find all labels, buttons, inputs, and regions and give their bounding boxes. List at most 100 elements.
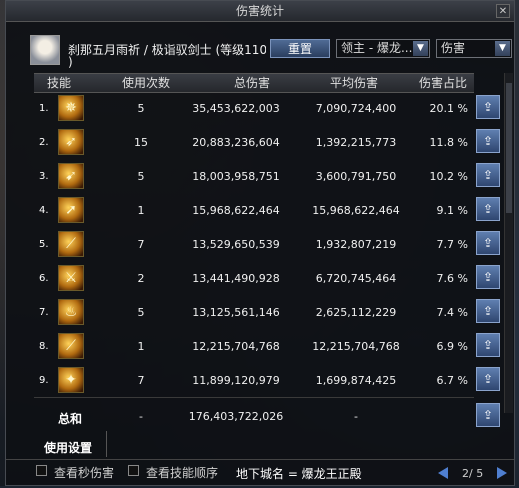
total-damage-cell: 18,003,958,751 [192, 170, 280, 183]
share-icon[interactable]: ⇪ [476, 367, 500, 391]
skill-icon: ➚ [58, 197, 84, 223]
row-index: 4. [39, 205, 49, 216]
total-damage-cell: 35,453,622,003 [192, 102, 280, 115]
table-row: 3. ➹ 5 18,003,958,751 3,600,791,750 10.2 % ⇪ [6, 161, 506, 195]
skill-order-checkbox-label[interactable]: 查看技能顺序 [146, 464, 218, 481]
col-percent: 伤害占比 [418, 76, 467, 90]
prev-page-icon[interactable] [438, 467, 448, 479]
skill-icon: ➶ [58, 129, 84, 155]
percent-cell: 6.7 % [436, 374, 468, 387]
total-damage-cell: 12,215,704,768 [192, 340, 280, 353]
settings-label[interactable]: 使用设置 [44, 439, 92, 456]
page-number: 2/ 5 [462, 467, 484, 480]
table-row: 6. ⚔ 2 13,441,490,928 6,720,745,464 7.6 % ⇪ [6, 263, 506, 297]
percent-cell: 20.1 % [429, 102, 468, 115]
percent-cell: 7.4 % [436, 306, 468, 319]
total-damage-cell: 13,441,490,928 [192, 272, 280, 285]
percent-cell: 9.1 % [436, 204, 468, 217]
dps-checkbox[interactable] [36, 465, 47, 476]
uses-cell: 15 [134, 136, 148, 149]
percent-cell: 10.2 % [429, 170, 468, 183]
table-row: 7. ♨ 5 13,125,561,146 2,625,112,229 7.4 % ⇪ [6, 297, 506, 331]
total-damage-cell: 15,968,622,464 [192, 204, 280, 217]
skill-icon: ♨ [58, 299, 84, 325]
share-icon[interactable]: ⇪ [476, 403, 500, 427]
window-titlebar[interactable]: 伤害统计 [6, 1, 514, 22]
target-select-value: 领主 - 爆龙... [341, 41, 413, 55]
scroll-thumb[interactable] [506, 83, 512, 213]
table-header: 技能 使用次数 总伤害 平均伤害 伤害占比 [34, 73, 474, 93]
skill-icon: ⟋ [58, 231, 84, 257]
total-average: - [354, 410, 358, 423]
divider [34, 397, 474, 398]
row-index: 3. [39, 171, 49, 182]
uses-cell: 1 [137, 340, 145, 353]
uses-cell: 1 [137, 204, 145, 217]
average-damage-cell: 6,720,745,464 [315, 272, 397, 285]
table-row: 1. ✵ 5 35,453,622,003 7,090,724,400 20.1 % ⇪ [6, 93, 506, 127]
percent-cell: 7.6 % [436, 272, 468, 285]
uses-cell: 2 [137, 272, 145, 285]
divider [106, 431, 107, 457]
share-icon[interactable]: ⇪ [476, 95, 500, 119]
table-row: 5. ⟋ 7 13,529,650,539 1,932,807,219 7.7 % ⇪ [6, 229, 506, 263]
mode-select[interactable]: 伤害 ▼ [436, 39, 512, 58]
skill-order-checkbox[interactable] [128, 465, 139, 476]
avatar [30, 35, 60, 65]
col-uses: 使用次数 [121, 76, 170, 90]
table-row: 4. ➚ 1 15,968,622,464 15,968,622,464 9.1 % ⇪ [6, 195, 506, 229]
dungeon-name: 地下城名 = 爆龙王正殿 [236, 467, 362, 481]
next-page-icon[interactable] [497, 467, 507, 479]
chevron-down-icon: ▼ [413, 41, 428, 56]
table-row: 8. ⟋ 1 12,215,704,768 12,215,704,768 6.9 % ⇪ [6, 331, 506, 365]
average-damage-cell: 2,625,112,229 [315, 306, 397, 319]
col-skill: 技能 [46, 76, 71, 90]
skill-icon: ⟋ [58, 333, 84, 359]
average-damage-cell: 12,215,704,768 [312, 340, 400, 353]
share-icon[interactable]: ⇪ [476, 265, 500, 289]
target-select[interactable]: 领主 - 爆龙... ▼ [336, 39, 430, 58]
total-label: 总和 [58, 412, 83, 426]
average-damage-cell: 1,932,807,219 [315, 238, 397, 251]
row-index: 1. [39, 103, 49, 114]
row-index: 9. [39, 375, 49, 386]
uses-cell: 5 [137, 170, 145, 183]
total-damage-cell: 13,125,561,146 [192, 306, 280, 319]
percent-cell: 11.8 % [429, 136, 468, 149]
row-index: 6. [39, 273, 49, 284]
total-damage-cell: 13,529,650,539 [192, 238, 280, 251]
close-icon[interactable]: ✕ [496, 4, 510, 18]
average-damage-cell: 1,392,215,773 [315, 136, 397, 149]
uses-cell: 5 [137, 102, 145, 115]
percent-cell: 7.7 % [436, 238, 468, 251]
table-row: 2. ➶ 15 20,883,236,604 1,392,215,773 11.8 % ⇪ [6, 127, 506, 161]
chevron-down-icon: ▼ [495, 41, 510, 56]
row-index: 8. [39, 341, 49, 352]
share-icon[interactable]: ⇪ [476, 333, 500, 357]
character-name-cont: ) [68, 55, 73, 69]
total-damage-cell: 11,899,120,979 [192, 374, 280, 387]
share-icon[interactable]: ⇪ [476, 163, 500, 187]
percent-cell: 6.9 % [436, 340, 468, 353]
average-damage-cell: 3,600,791,750 [315, 170, 397, 183]
uses-cell: 7 [137, 374, 145, 387]
table-row: 9. ✦ 7 11,899,120,979 1,699,874,425 6.7 % ⇪ [6, 365, 506, 399]
reset-button[interactable]: 重置 [270, 39, 330, 58]
col-average: 平均伤害 [329, 76, 378, 90]
average-damage-cell: 7,090,724,400 [315, 102, 397, 115]
row-index: 7. [39, 307, 49, 318]
share-icon[interactable]: ⇪ [476, 231, 500, 255]
share-icon[interactable]: ⇪ [476, 299, 500, 323]
total-uses: - [139, 410, 143, 423]
share-icon[interactable]: ⇪ [476, 129, 500, 153]
total-damage-cell: 20,883,236,604 [192, 136, 280, 149]
row-index: 5. [39, 239, 49, 250]
total-damage: 176,403,722,026 [188, 410, 284, 423]
skill-icon: ✵ [58, 95, 84, 121]
average-damage-cell: 15,968,622,464 [312, 204, 400, 217]
uses-cell: 5 [137, 306, 145, 319]
window-title: 伤害统计 [235, 4, 284, 18]
share-icon[interactable]: ⇪ [476, 197, 500, 221]
average-damage-cell: 1,699,874,425 [315, 374, 397, 387]
dps-checkbox-label[interactable]: 查看秒伤害 [54, 464, 114, 481]
